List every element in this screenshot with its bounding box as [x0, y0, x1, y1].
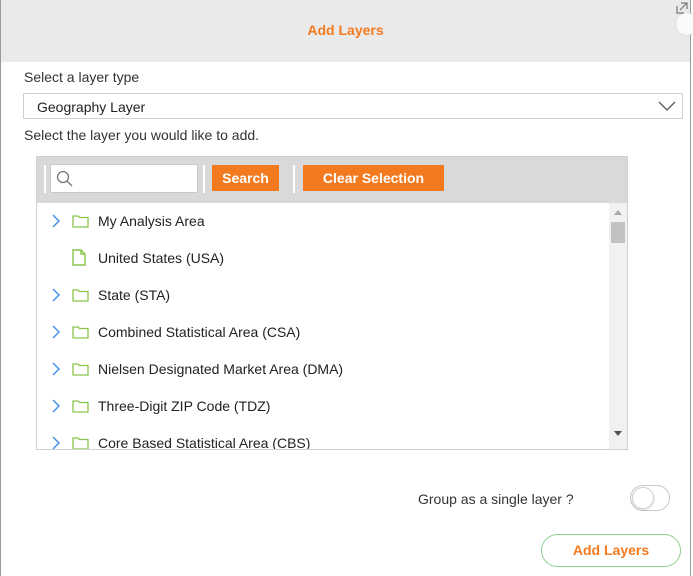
add-layers-button[interactable]: Add Layers — [541, 534, 681, 567]
popout-icon[interactable] — [676, 2, 688, 14]
folder-icon — [72, 215, 89, 228]
dialog-title: Add Layers — [307, 22, 384, 38]
chevron-right-icon[interactable] — [51, 288, 61, 302]
group-layer-label: Group as a single layer ? — [418, 491, 574, 507]
toolbar-divider — [203, 165, 205, 193]
tree-item-label: Nielsen Designated Market Area (DMA) — [98, 361, 344, 377]
search-field[interactable] — [50, 164, 198, 193]
tree-item-label: United States (USA) — [98, 250, 225, 266]
scroll-down-icon[interactable] — [614, 431, 622, 437]
layer-type-select[interactable]: Geography Layer — [23, 93, 683, 119]
folder-icon — [72, 289, 89, 302]
folder-icon — [72, 437, 89, 449]
close-icon[interactable] — [676, 13, 693, 35]
tree-item[interactable]: State (STA) — [37, 283, 609, 307]
chevron-right-icon[interactable] — [51, 325, 61, 339]
tree-item[interactable]: Core Based Statistical Area (CBS) — [37, 431, 609, 449]
tree-item[interactable]: My Analysis Area — [37, 209, 609, 233]
dialog-titlebar: Add Layers — [1, 0, 693, 62]
group-layer-toggle[interactable] — [630, 485, 670, 511]
tree-scrollbar[interactable] — [609, 203, 627, 449]
tree-item-label: State (STA) — [98, 287, 171, 303]
tree-item[interactable]: Combined Statistical Area (CSA) — [37, 320, 609, 344]
folder-icon — [72, 326, 89, 339]
tree-item[interactable]: Nielsen Designated Market Area (DMA) — [37, 357, 609, 381]
tree-item-label: My Analysis Area — [98, 213, 205, 229]
scroll-up-icon[interactable] — [614, 209, 622, 215]
layer-picker: Search Clear Selection My Analysis Area … — [36, 156, 628, 450]
tree-item-label: Combined Statistical Area (CSA) — [98, 324, 301, 340]
instruction-text: Select the layer you would like to add. — [24, 127, 260, 143]
document-icon — [72, 249, 86, 266]
chevron-right-icon[interactable] — [51, 214, 61, 228]
search-input[interactable] — [79, 168, 195, 191]
tree-item[interactable]: Three-Digit ZIP Code (TDZ) — [37, 394, 609, 418]
toolbar-divider — [44, 165, 46, 193]
add-layers-dialog: Add Layers Select a layer type Geography… — [0, 0, 693, 576]
layer-type-label: Select a layer type — [24, 69, 140, 85]
chevron-right-icon[interactable] — [51, 436, 61, 449]
search-button[interactable]: Search — [212, 165, 279, 191]
chevron-right-icon[interactable] — [51, 399, 61, 413]
toolbar-divider — [293, 165, 295, 193]
chevron-down-icon — [658, 101, 676, 111]
toggle-knob — [632, 487, 654, 509]
search-icon — [56, 170, 73, 187]
scrollbar-thumb[interactable] — [611, 222, 625, 243]
layer-tree: My Analysis Area United States (USA) Sta… — [37, 203, 609, 449]
folder-icon — [72, 400, 89, 413]
tree-item[interactable]: United States (USA) — [37, 246, 609, 270]
tree-item-label: Three-Digit ZIP Code (TDZ) — [98, 398, 271, 414]
chevron-right-icon[interactable] — [51, 362, 61, 376]
tree-item-label: Core Based Statistical Area (CBS) — [98, 435, 311, 449]
picker-toolbar: Search Clear Selection — [37, 157, 627, 203]
layer-type-value: Geography Layer — [37, 99, 146, 115]
folder-icon — [72, 363, 89, 376]
clear-selection-button[interactable]: Clear Selection — [303, 165, 444, 191]
